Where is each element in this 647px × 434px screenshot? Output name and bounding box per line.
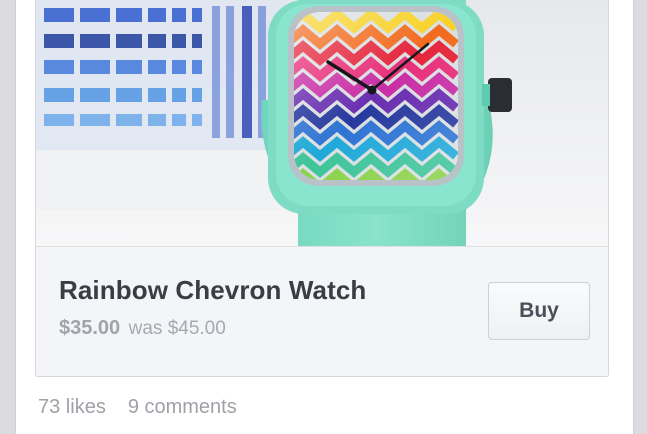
left-frame-border — [0, 0, 16, 434]
post-stats: 73 likes 9 comments — [38, 396, 237, 419]
product-card[interactable]: Rainbow Chevron Watch $35.00 was $45.00 … — [35, 0, 609, 377]
price-row: $35.00 was $45.00 — [59, 317, 226, 340]
buy-button[interactable]: Buy — [488, 282, 590, 340]
original-price: was $45.00 — [128, 318, 226, 339]
feed-post: Rainbow Chevron Watch $35.00 was $45.00 … — [16, 0, 633, 434]
product-title[interactable]: Rainbow Chevron Watch — [59, 275, 366, 306]
likes-count[interactable]: 73 likes — [38, 396, 106, 419]
right-frame-border — [633, 0, 647, 434]
current-price: $35.00 — [59, 317, 121, 339]
comments-count[interactable]: 9 comments — [128, 396, 237, 419]
product-info: Rainbow Chevron Watch $35.00 was $45.00 … — [36, 246, 608, 376]
product-image[interactable] — [36, 0, 608, 246]
